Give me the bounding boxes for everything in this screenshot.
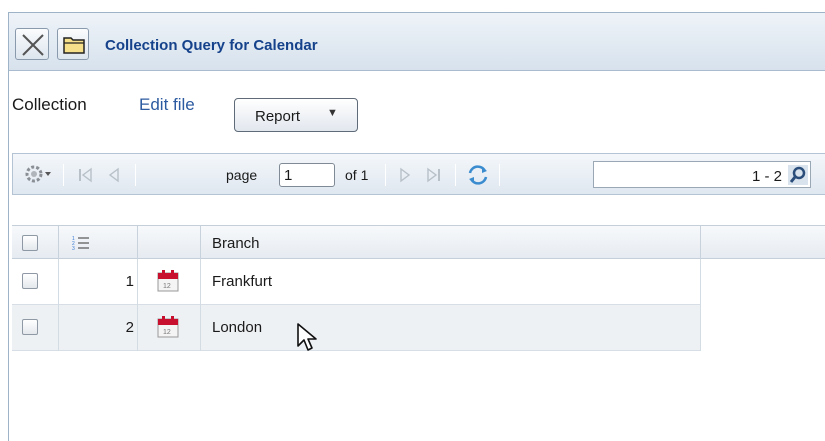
report-label: Report	[255, 108, 301, 125]
folder-icon	[63, 37, 85, 54]
column-header-branch[interactable]: Branch	[212, 235, 260, 252]
page-count-label: of 1	[345, 167, 369, 183]
branch-cell: Frankfurt	[212, 273, 273, 290]
grid-header: 1 2 3 Branch	[12, 225, 825, 260]
column-divider	[137, 259, 138, 305]
svg-text:12: 12	[163, 329, 171, 336]
row-checkbox[interactable]	[22, 273, 38, 289]
mouse-cursor-icon	[296, 322, 318, 359]
column-divider	[137, 226, 138, 260]
prev-page-icon[interactable]	[107, 167, 121, 188]
gear-icon[interactable]	[23, 162, 53, 191]
first-page-icon[interactable]	[77, 167, 93, 188]
search-icon[interactable]	[788, 165, 808, 185]
folder-button[interactable]	[57, 28, 89, 60]
column-divider	[200, 226, 201, 260]
record-range-label: 1 - 2	[751, 168, 782, 185]
app-window: Collection Query for Calendar Collection…	[8, 12, 825, 441]
page-number-input[interactable]	[279, 163, 335, 187]
menu-bar: Collection Edit file Report ▼	[9, 71, 825, 141]
report-dropdown-button[interactable]: Report ▼	[234, 98, 358, 132]
title-bar: Collection Query for Calendar	[9, 13, 825, 71]
menu-collection[interactable]: Collection	[12, 95, 87, 115]
refresh-icon[interactable]	[466, 163, 490, 192]
column-divider	[200, 259, 201, 305]
column-divider	[58, 226, 59, 260]
row-number: 2	[125, 319, 134, 336]
page-label: page	[226, 167, 258, 183]
column-divider	[700, 259, 701, 305]
chevron-down-icon: ▼	[327, 107, 338, 119]
column-divider	[58, 259, 59, 305]
table-row[interactable]: 1 12 Frankfurt	[12, 259, 701, 305]
next-page-icon[interactable]	[398, 167, 412, 188]
paging-toolbar: page of 1 1 - 2	[12, 153, 825, 195]
calendar-icon: 12	[157, 270, 179, 297]
column-divider	[137, 305, 138, 351]
row-checkbox[interactable]	[22, 319, 38, 335]
table-row[interactable]: 2 12 London	[12, 305, 701, 351]
window-title: Collection Query for Calendar	[105, 37, 318, 54]
search-input[interactable]: 1 - 2	[593, 161, 811, 188]
column-divider	[58, 305, 59, 351]
close-icon	[22, 34, 44, 56]
toolbar-separator	[455, 164, 456, 186]
toolbar-separator	[135, 164, 136, 186]
column-divider	[200, 305, 201, 351]
branch-cell: London	[212, 319, 263, 336]
last-page-icon[interactable]	[426, 167, 442, 188]
svg-text:12: 12	[163, 283, 171, 290]
row-number: 1	[125, 273, 134, 290]
row-number-icon: 1 2 3	[72, 234, 90, 257]
column-divider	[700, 305, 701, 351]
toolbar-separator	[63, 164, 64, 186]
toolbar-separator	[385, 164, 386, 186]
calendar-icon: 12	[157, 316, 179, 343]
close-button[interactable]	[15, 28, 49, 60]
column-divider	[700, 226, 701, 260]
toolbar-separator	[499, 164, 500, 186]
svg-text:3: 3	[72, 246, 75, 252]
select-all-checkbox[interactable]	[22, 235, 38, 251]
menu-edit-file[interactable]: Edit file	[139, 95, 195, 115]
